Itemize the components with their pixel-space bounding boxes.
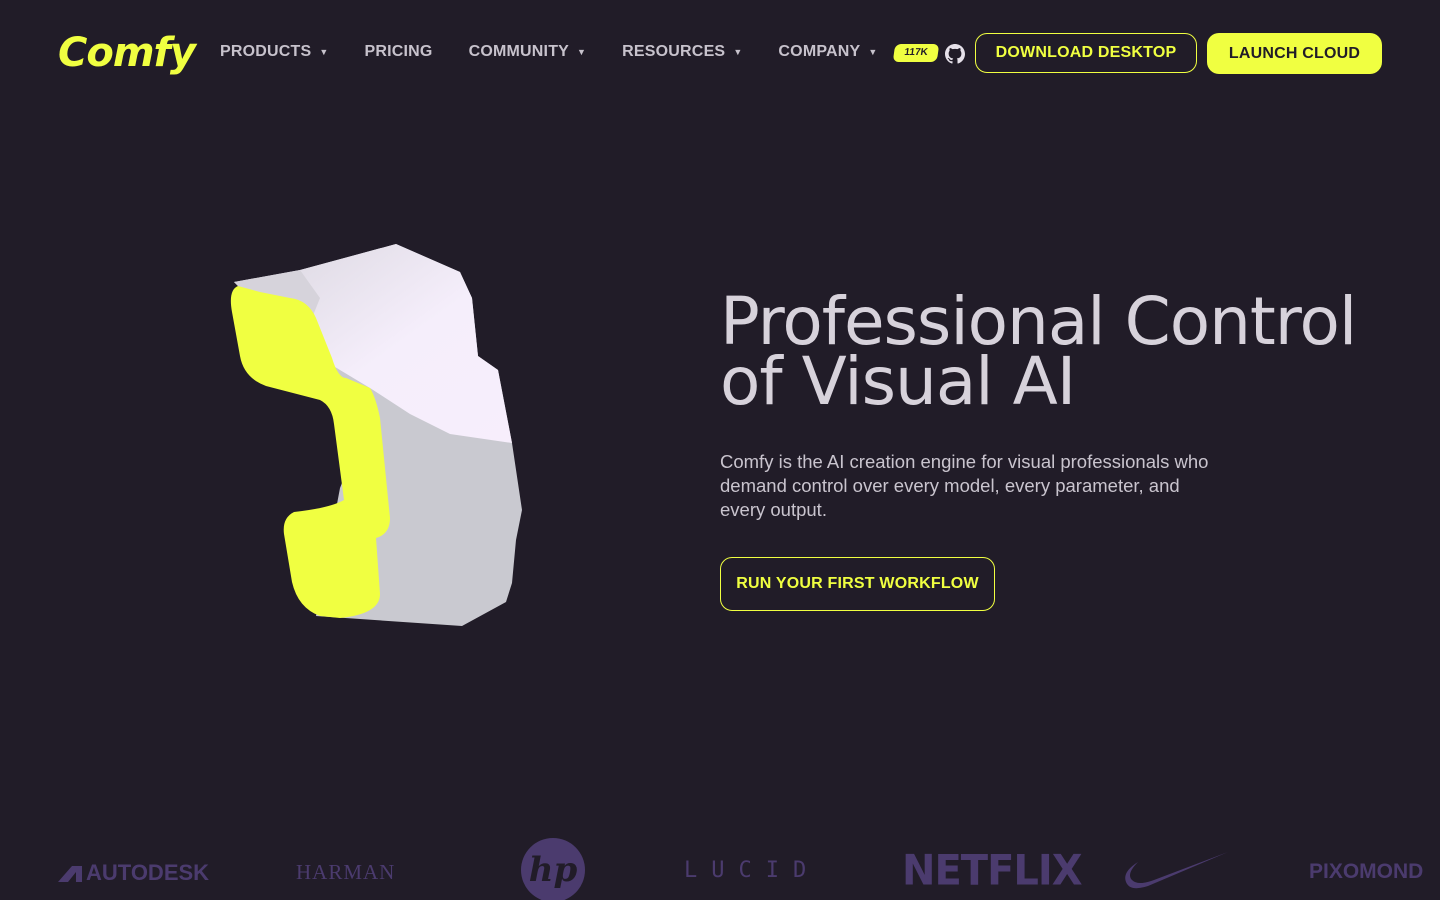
hero-subtitle: Comfy is the AI creation engine for visu… <box>720 451 1209 520</box>
nav-item-community[interactable]: COMMUNITY ▼ <box>469 43 587 61</box>
autodesk-wordmark: AUTODESK <box>86 860 210 885</box>
main-menu: PRODUCTS ▼ PRICING COMMUNITY ▼ RESOURCES… <box>220 42 878 62</box>
comfy-logo[interactable]: Comfy <box>58 30 196 76</box>
harman-logo: HARMAN <box>296 860 396 884</box>
download-desktop-button[interactable]: DOWNLOAD DESKTOP <box>975 33 1197 73</box>
nav-item-label: PRICING <box>364 43 433 60</box>
chevron-down-icon: ▼ <box>577 47 587 57</box>
netflix-logo: NETFLIX <box>902 846 1083 896</box>
partner-logos-strip: AUTODESK HARMAN hp LUCID NETFLIX PIXOMON… <box>0 830 1440 900</box>
nav-item-label: COMPANY <box>778 43 861 60</box>
lucid-logo: LUCID <box>684 858 821 883</box>
nav-item-label: COMMUNITY <box>468 43 570 60</box>
comfy-3d-logo-illustration <box>230 244 522 626</box>
nike-swoosh-icon <box>1125 852 1228 889</box>
run-first-workflow-button[interactable]: RUN YOUR FIRST WORKFLOW <box>720 557 995 611</box>
autodesk-mark-icon <box>58 866 82 882</box>
chevron-down-icon: ▼ <box>733 47 743 57</box>
page: Comfy PRODUCTS ▼ PRICING COMMUNITY ▼ RES… <box>0 0 1440 900</box>
chevron-down-icon: ▼ <box>868 47 878 57</box>
nav-item-label: RESOURCES <box>622 43 726 60</box>
pixomondo-logo: PIXOMOND <box>1309 860 1424 883</box>
top-navigation: Comfy PRODUCTS ▼ PRICING COMMUNITY ▼ RES… <box>0 0 1440 108</box>
hero-title: Professional Control of Visual AI <box>720 289 1420 415</box>
autodesk-logo: AUTODESK <box>56 860 209 886</box>
nav-item-resources[interactable]: RESOURCES ▼ <box>622 43 742 61</box>
hero-title-line-2: of Visual AI <box>720 343 1076 420</box>
github-stars-badge[interactable]: 117K <box>892 44 940 62</box>
chevron-down-icon: ▼ <box>319 47 329 57</box>
launch-cloud-button[interactable]: LAUNCH CLOUD <box>1207 33 1382 74</box>
github-icon[interactable] <box>945 44 965 64</box>
nav-item-products[interactable]: PRODUCTS ▼ <box>220 43 329 61</box>
nav-item-pricing[interactable]: PRICING <box>365 43 433 61</box>
nav-item-label: PRODUCTS <box>220 43 312 60</box>
hp-logo: hp <box>521 838 585 900</box>
nav-item-company[interactable]: COMPANY ▼ <box>778 43 877 61</box>
